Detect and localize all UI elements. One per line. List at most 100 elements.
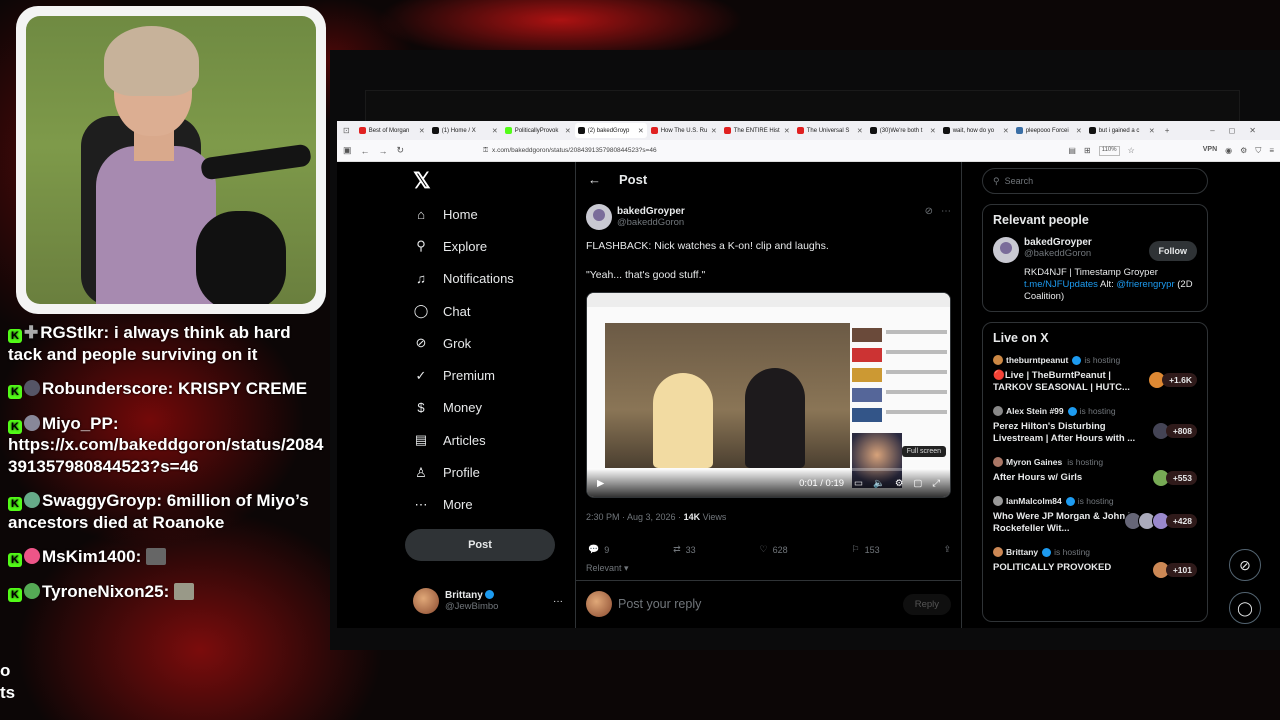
bio-mention[interactable]: @frierengrypr (1116, 279, 1174, 290)
volume-icon[interactable]: 🔈 (873, 478, 885, 489)
captions-icon[interactable]: ▭ (854, 478, 863, 489)
person-bio: RKD4NJF | Timestamp Groyper t.me/NJFUpda… (1024, 267, 1193, 302)
live-title: 🔴Live | TheBurntPeanut | TARKOV SEASONAL… (993, 370, 1130, 393)
reply-button[interactable]: Reply (902, 593, 951, 615)
forward-icon[interactable]: → (379, 146, 388, 156)
account-switcher[interactable]: Brittany @JewBimbo ··· (413, 588, 563, 614)
browser-tab[interactable]: PoliticallyProvok ✕ (502, 123, 574, 138)
grok-float-icon[interactable]: ⊘ (1229, 549, 1261, 581)
screenshot-icon[interactable]: ⊞ (1084, 146, 1091, 156)
kick-badge-icon: K (8, 587, 22, 602)
chat-username: Robunderscore (42, 379, 168, 398)
extensions-icon[interactable]: ⚙ (1240, 146, 1247, 156)
more-icon[interactable]: ⋯ (941, 206, 951, 217)
x-logo-icon[interactable]: 𝕏 (413, 168, 575, 198)
browser-tab[interactable]: How The U.S. Ru ✕ (648, 123, 720, 138)
user-avatar (24, 414, 40, 431)
tab-menu-icon[interactable]: ⊡ (343, 126, 350, 135)
vpn-button[interactable]: VPN (1203, 146, 1217, 156)
browser-tab[interactable]: The Universal S ✕ (794, 123, 866, 138)
tab-label: The Universal S (806, 127, 850, 134)
tab-close-icon[interactable]: ✕ (1003, 127, 1009, 135)
nav-explore[interactable]: ⚲ Explore (405, 230, 575, 262)
follow-button[interactable]: Follow (1148, 241, 1197, 261)
reader-icon[interactable]: ▤ (1068, 146, 1076, 156)
video-player[interactable]: Full screen ▶ 0:01 / 0:19 ▭ 🔈 ⚙ ▢ ⤢ (586, 292, 951, 498)
tab-close-icon[interactable]: ✕ (857, 127, 863, 135)
more-icon[interactable]: ··· (553, 596, 563, 607)
reply-sort[interactable]: Relevant ▾ (576, 555, 961, 581)
live-space[interactable]: Brittany is hosting POLITICALLY PROVOKED … (993, 547, 1197, 579)
repost-action[interactable]: ⇄ 33 (673, 544, 696, 555)
bookmark-star-icon[interactable]: ☆ (1128, 146, 1135, 156)
reply-action[interactable]: 💬 9 (588, 544, 609, 555)
url-field[interactable]: ⚿ x.com/bakeddgoron/status/20843913579808… (483, 144, 993, 158)
nav-notifications[interactable]: ♫ Notifications (405, 263, 575, 295)
tab-close-icon[interactable]: ✕ (638, 127, 644, 135)
nav-profile[interactable]: ♙ Profile (405, 456, 575, 488)
browser-tab[interactable]: but i gained a c ✕ (1086, 123, 1158, 138)
avatar[interactable] (586, 204, 612, 230)
browser-tab[interactable]: pleepooo Forcei ✕ (1013, 123, 1085, 138)
grok-icon[interactable]: ⊘ (925, 206, 933, 217)
tab-close-icon[interactable]: ✕ (1149, 127, 1155, 135)
play-icon[interactable]: ▶ (597, 478, 604, 489)
nav-label: Explore (443, 238, 488, 254)
search-input[interactable]: ⚲ Search (982, 168, 1208, 194)
account-icon[interactable]: ◉ (1225, 146, 1232, 156)
post-timestamp[interactable]: 2:30 PM · Aug 3, 2026 · (586, 512, 684, 522)
tab-close-icon[interactable]: ✕ (711, 127, 717, 135)
sidebar-toggle-icon[interactable]: ▣ (343, 145, 352, 156)
reload-icon[interactable]: ↻ (397, 145, 405, 156)
browser-tab[interactable]: Best of Morgan ✕ (356, 123, 428, 138)
author-name[interactable]: bakedGroyper (617, 206, 685, 217)
browser-tab[interactable]: (1) Home / X ✕ (429, 123, 501, 138)
browser-tab[interactable]: wait, how do yo ✕ (940, 123, 1012, 138)
window-controls[interactable]: –◻✕ (1210, 126, 1270, 135)
tab-close-icon[interactable]: ✕ (784, 127, 790, 135)
new-tab-icon[interactable]: + (1165, 126, 1170, 135)
settings-icon[interactable]: ⚙ (895, 478, 904, 489)
tab-close-icon[interactable]: ✕ (419, 127, 425, 135)
nav-more[interactable]: ⋯ More (405, 489, 575, 521)
webcam-feed (26, 16, 316, 304)
nav-grok[interactable]: ⊘ Grok (405, 327, 575, 359)
bio-link[interactable]: t.me/NJFUpdates (1024, 279, 1098, 290)
nav-money[interactable]: $ Money (405, 392, 575, 424)
tab-close-icon[interactable]: ✕ (1076, 127, 1082, 135)
messages-float-icon[interactable]: ◯ (1229, 592, 1261, 624)
live-space[interactable]: Alex Stein #99 is hosting Perez Hilton's … (993, 406, 1197, 445)
author-handle[interactable]: @bakeddGoron (617, 217, 685, 228)
post-button[interactable]: Post (405, 528, 555, 561)
menu-icon[interactable]: ≡ (1269, 146, 1274, 156)
share-icon[interactable]: ⇪ (943, 544, 951, 555)
live-space[interactable]: theburntpeanut is hosting 🔴Live | TheBurn… (993, 355, 1197, 394)
user-avatar (24, 380, 40, 396)
avatar (993, 496, 1003, 506)
back-arrow-icon[interactable]: ← (588, 172, 601, 187)
nav-articles[interactable]: ▤ Articles (405, 424, 575, 456)
like-action[interactable]: ♡ 628 (760, 544, 788, 555)
relevant-person[interactable]: bakedGroyper @bakeddGoron Follow (993, 237, 1197, 263)
post-header: ← Post (576, 162, 961, 196)
verified-icon (1072, 355, 1082, 365)
reply-input[interactable]: Post your reply (618, 597, 701, 611)
browser-tab-active[interactable]: (2) bakedGroyp ✕ (574, 123, 647, 138)
nav-premium[interactable]: ✓ Premium (405, 359, 575, 391)
nav-home[interactable]: ⌂ Home (405, 198, 575, 230)
tab-close-icon[interactable]: ✕ (492, 127, 498, 135)
back-icon[interactable]: ← (361, 146, 370, 156)
nav-label: Notifications (443, 271, 514, 287)
live-space[interactable]: IanMalcolm84 is hosting Who Were JP Morga… (993, 496, 1197, 535)
browser-tab[interactable]: (30)We're both t ✕ (867, 123, 939, 138)
shield-icon[interactable]: ⛉ (1255, 146, 1261, 156)
pip-icon[interactable]: ▢ (913, 478, 922, 489)
tab-close-icon[interactable]: ✕ (565, 127, 571, 135)
bookmark-action[interactable]: ⚐ 153 (851, 544, 879, 555)
live-space[interactable]: Myron Gaines is hosting After Hours w/ Gi… (993, 457, 1197, 487)
fullscreen-icon[interactable]: ⤢ (932, 478, 940, 489)
zoom-level[interactable]: 110% (1098, 145, 1120, 156)
tab-close-icon[interactable]: ✕ (930, 127, 936, 135)
nav-chat[interactable]: ◯ Chat (405, 295, 575, 327)
browser-tab[interactable]: The ENTIRE Hist ✕ (721, 123, 793, 138)
